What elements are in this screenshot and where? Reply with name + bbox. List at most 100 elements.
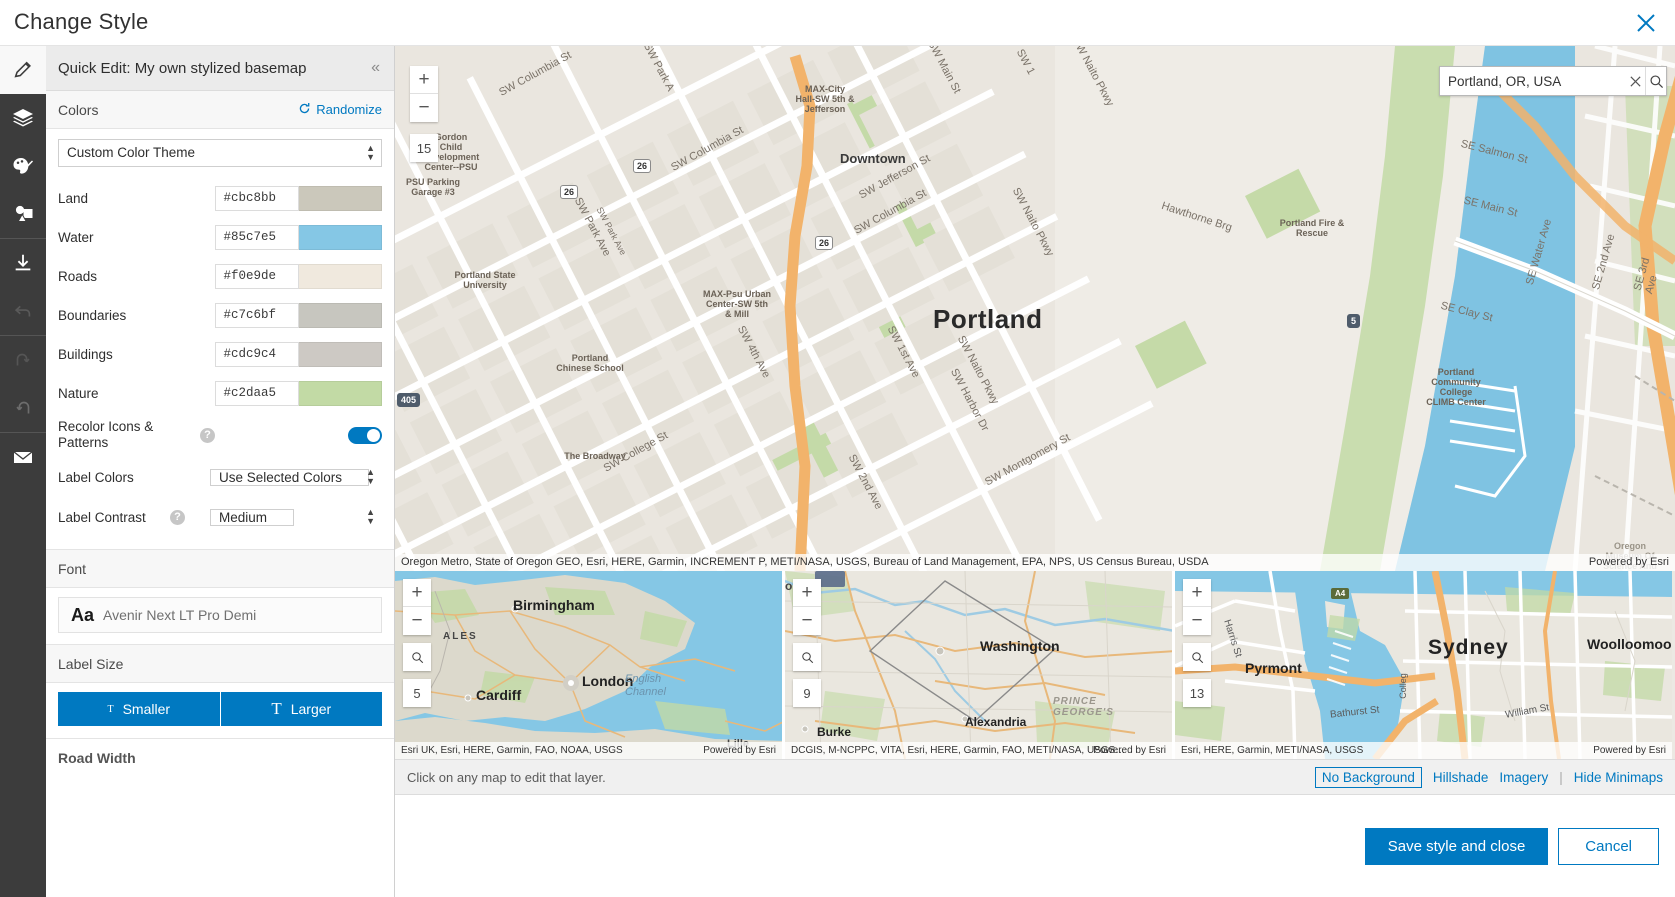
rail-item-redo[interactable] xyxy=(0,384,46,432)
zoom-out-button[interactable]: − xyxy=(793,607,821,635)
color-swatch[interactable] xyxy=(299,186,382,211)
color-swatch[interactable] xyxy=(299,264,382,289)
rail-item-edit[interactable] xyxy=(0,46,46,94)
color-label: Nature xyxy=(58,386,99,401)
washington-minimap[interactable]: Washington Alexandria Burke PRINCE GEORGE… xyxy=(785,571,1175,759)
rail-item-shapes[interactable] xyxy=(0,190,46,238)
powered-by-esri: Powered by Esri xyxy=(1588,556,1669,568)
label-smaller-button[interactable]: T Smaller xyxy=(58,692,220,726)
zoom-in-button[interactable]: + xyxy=(1183,579,1211,607)
rail-item-layers[interactable] xyxy=(0,94,46,142)
rail-item-palette[interactable] xyxy=(0,142,46,190)
color-hex-input[interactable]: #cbc8bb xyxy=(215,186,300,211)
dialog-title-bar: Change Style xyxy=(0,0,1675,46)
background-options: No Background Hillshade Imagery | Hide M… xyxy=(1314,766,1663,788)
minimap-zoom-control[interactable]: + − xyxy=(1183,579,1211,635)
color-swatch[interactable] xyxy=(299,342,382,367)
attribution-text: DCGIS, M-NCPPC, VITA, Esri, HERE, Garmin… xyxy=(791,745,1126,756)
label-colors-select[interactable]: Use Selected Colors ▲ ▼ xyxy=(210,465,382,490)
uk-minimap[interactable]: Birmingham Cardiff London ALES Lille Eng… xyxy=(395,571,785,759)
color-swatch[interactable] xyxy=(299,303,382,328)
bg-option-no-background[interactable]: No Background xyxy=(1314,766,1422,788)
recolor-icons-toggle[interactable] xyxy=(348,426,382,444)
minimap-search-button[interactable] xyxy=(793,643,821,671)
sydney-minimap-canvas xyxy=(1175,571,1672,759)
status-bar: Click on any map to edit that layer. No … xyxy=(395,759,1675,795)
label-colors-label: Label Colors xyxy=(58,469,134,485)
search-input[interactable] xyxy=(1440,73,1625,89)
uk-minimap-canvas xyxy=(395,571,782,759)
main-map-canvas xyxy=(395,46,1675,571)
color-hex-input[interactable]: #cdc9c4 xyxy=(215,342,300,367)
download-icon xyxy=(12,252,34,274)
color-hex-input[interactable]: #c2daa5 xyxy=(215,381,300,406)
recolor-icons-label: Recolor Icons & Patterns xyxy=(58,419,154,450)
zoom-level-indicator: 15 xyxy=(410,134,438,162)
hide-minimaps-button[interactable]: Hide Minimaps xyxy=(1574,770,1663,785)
large-t-icon: T xyxy=(271,699,282,718)
minimap-search-button[interactable] xyxy=(1183,643,1211,671)
zoom-in-button[interactable]: + xyxy=(793,579,821,607)
randomize-button[interactable]: Randomize xyxy=(298,102,382,118)
quick-edit-title: Quick Edit: My own stylized basemap xyxy=(58,59,307,77)
attribution-text: Oregon Metro, State of Oregon GEO, Esri,… xyxy=(401,556,1209,568)
color-row-land: Land #cbc8bb xyxy=(58,179,382,218)
main-map[interactable]: Portland Downtown MAX-City Hall-SW 5th & J… xyxy=(395,46,1675,571)
status-hint: Click on any map to edit that layer. xyxy=(407,769,606,785)
map-zoom-control[interactable]: + − xyxy=(410,66,438,122)
style-panel: Quick Edit: My own stylized basemap « Co… xyxy=(46,46,395,897)
rotate-left-icon xyxy=(12,349,34,371)
rail-item-revert[interactable] xyxy=(0,287,46,335)
map-search[interactable] xyxy=(1439,66,1667,96)
label-larger-button[interactable]: T Larger xyxy=(219,692,382,726)
rail-item-share[interactable] xyxy=(0,433,46,481)
color-hex-input[interactable]: #c7c6bf xyxy=(215,303,300,328)
color-swatch[interactable] xyxy=(299,225,382,250)
rail-item-undo[interactable] xyxy=(0,336,46,384)
attribution-text: Esri, HERE, Garmin, METI/NASA, USGS xyxy=(1181,745,1364,756)
label-size-section-title: Label Size xyxy=(58,655,124,672)
zoom-in-button[interactable]: + xyxy=(410,66,438,94)
color-label: Buildings xyxy=(58,347,113,362)
chevron-double-left-icon[interactable]: « xyxy=(369,59,382,77)
color-hex-input[interactable]: #85c7e5 xyxy=(215,225,300,250)
color-label: Roads xyxy=(58,269,98,284)
color-theme-select[interactable]: Custom Color Theme ▲ ▼ xyxy=(58,139,382,167)
recolor-icons-row: Recolor Icons & Patterns ? xyxy=(58,413,382,457)
label-size-buttons: T Smaller T Larger xyxy=(58,692,382,726)
close-icon[interactable] xyxy=(1631,8,1661,38)
color-label: Land xyxy=(58,191,89,206)
zoom-out-button[interactable]: − xyxy=(410,94,438,122)
zoom-out-button[interactable]: − xyxy=(403,607,431,635)
color-swatch[interactable] xyxy=(299,381,382,406)
zoom-in-button[interactable]: + xyxy=(403,579,431,607)
bg-option-imagery[interactable]: Imagery xyxy=(1499,770,1548,785)
color-label: Boundaries xyxy=(58,308,127,323)
save-style-and-close-button[interactable]: Save style and close xyxy=(1364,827,1549,865)
close-icon[interactable] xyxy=(1625,67,1645,95)
minimap-zoom-level: 5 xyxy=(403,679,431,707)
cancel-button[interactable]: Cancel xyxy=(1558,827,1659,865)
shapes-icon xyxy=(11,202,35,226)
colors-section-title: Colors xyxy=(58,101,99,118)
road-width-section-header: Road Width xyxy=(46,739,394,777)
zoom-out-button[interactable]: − xyxy=(1183,607,1211,635)
search-icon[interactable] xyxy=(1645,67,1666,95)
minimap-zoom-control[interactable]: + − xyxy=(403,579,431,635)
color-hex-input[interactable]: #f0e9de xyxy=(215,264,300,289)
question-mark-icon[interactable]: ? xyxy=(170,509,185,525)
minimap-zoom-control[interactable]: + − xyxy=(793,579,821,635)
label-contrast-select[interactable]: Medium ▲ ▼ xyxy=(210,505,382,530)
rail-item-download[interactable] xyxy=(0,239,46,287)
font-picker[interactable]: Aa Avenir Next LT Pro Demi xyxy=(58,597,382,633)
minimap-search-button[interactable] xyxy=(403,643,431,671)
dialog-footer: Save style and close Cancel xyxy=(395,795,1675,897)
washington-minimap-canvas xyxy=(785,571,1172,759)
font-section-title: Font xyxy=(58,560,87,577)
label-contrast-value: Medium xyxy=(210,508,295,526)
question-mark-icon[interactable]: ? xyxy=(200,427,215,443)
route-shield: 405 xyxy=(397,393,421,407)
bg-option-hillshade[interactable]: Hillshade xyxy=(1433,770,1489,785)
sydney-minimap[interactable]: Sydney Pyrmont Woolloomooloo Harris St B… xyxy=(1175,571,1672,759)
powered-by-esri: Powered by Esri xyxy=(1593,745,1666,756)
